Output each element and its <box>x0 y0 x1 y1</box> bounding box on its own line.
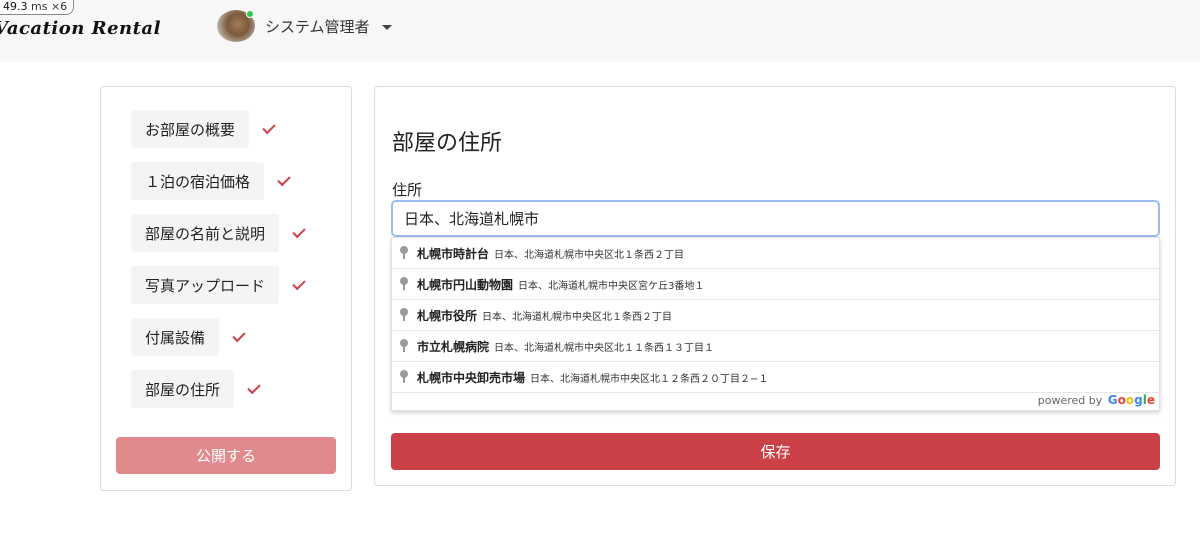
step-address[interactable]: 部屋の住所 <box>131 370 261 408</box>
suggestion-sub: 日本、北海道札幌市中央区宮ケ丘3番地１ <box>518 280 705 292</box>
address-form-panel: 部屋の住所 住所 札幌市時計台 日本、北海道札幌市中央区北１条西２丁目 札幌市円… <box>374 86 1176 486</box>
google-logo: Google <box>1107 393 1155 407</box>
map-pin-icon <box>399 277 409 291</box>
suggestion-item[interactable]: 札幌市中央卸売市場 日本、北海道札幌市中央区北１２条西２０丁目２−１ <box>392 362 1159 393</box>
check-icon <box>292 276 306 290</box>
publish-button[interactable]: 公開する <box>116 437 336 474</box>
suggestion-main: 札幌市円山動物園 <box>417 277 514 292</box>
step-label: 部屋の名前と説明 <box>131 214 280 252</box>
suggestion-main: 市立札幌病院 <box>417 339 490 354</box>
step-label: 部屋の住所 <box>131 370 235 408</box>
suggestion-item[interactable]: 札幌市役所 日本、北海道札幌市中央区北１条西２丁目 <box>392 300 1159 331</box>
check-icon <box>262 120 276 134</box>
suggestion-sub: 日本、北海道札幌市中央区北１２条西２０丁目２−１ <box>530 373 769 385</box>
step-name-description[interactable]: 部屋の名前と説明 <box>131 214 306 252</box>
top-bar: 49.3 ms ×6 Vacation Rental システム管理者 <box>0 0 1200 62</box>
page-title: 部屋の住所 <box>392 131 503 156</box>
online-status-dot <box>246 10 254 18</box>
step-label: お部屋の概要 <box>131 110 250 148</box>
suggestion-sub: 日本、北海道札幌市中央区北１１条西１３丁目１ <box>494 342 715 354</box>
address-label: 住所 <box>392 181 423 199</box>
address-input[interactable] <box>391 200 1160 237</box>
step-label: 写真アップロード <box>131 266 280 304</box>
brand-logo[interactable]: Vacation Rental <box>0 18 161 39</box>
powered-by-google: powered by Google <box>1038 393 1155 407</box>
map-pin-icon <box>399 339 409 353</box>
username: システム管理者 <box>265 17 370 36</box>
powered-by-text: powered by <box>1037 394 1103 407</box>
step-price[interactable]: １泊の宿泊価格 <box>131 162 291 200</box>
suggestion-main: 札幌市時計台 <box>417 246 490 261</box>
user-menu[interactable]: システム管理者 <box>217 10 392 42</box>
suggestion-sub: 日本、北海道札幌市中央区北１条西２丁目 <box>494 249 685 261</box>
perf-value: 49.3 <box>3 0 28 13</box>
map-pin-icon <box>399 370 409 384</box>
check-icon <box>277 172 291 186</box>
step-amenities[interactable]: 付属設備 <box>131 318 246 356</box>
step-nav-panel: お部屋の概要 １泊の宿泊価格 部屋の名前と説明 写真アップロード 付属設備 部屋… <box>100 86 352 491</box>
address-suggestions: 札幌市時計台 日本、北海道札幌市中央区北１条西２丁目 札幌市円山動物園 日本、北… <box>391 237 1160 411</box>
perf-mult: ×6 <box>50 0 68 13</box>
check-icon <box>247 380 261 394</box>
suggestion-item[interactable]: 市立札幌病院 日本、北海道札幌市中央区北１１条西１３丁目１ <box>392 331 1159 362</box>
perf-unit: ms <box>31 0 48 13</box>
step-label: 付属設備 <box>131 318 220 356</box>
map-pin-icon <box>399 246 409 260</box>
suggestion-sub: 日本、北海道札幌市中央区北１条西２丁目 <box>482 311 673 323</box>
map-pin-icon <box>399 308 409 322</box>
save-button[interactable]: 保存 <box>391 433 1160 470</box>
check-icon <box>232 328 246 342</box>
suggestion-main: 札幌市役所 <box>417 308 478 323</box>
step-photo-upload[interactable]: 写真アップロード <box>131 266 306 304</box>
step-overview[interactable]: お部屋の概要 <box>131 110 276 148</box>
avatar <box>217 10 255 42</box>
suggestion-item[interactable]: 札幌市円山動物園 日本、北海道札幌市中央区宮ケ丘3番地１ <box>392 269 1159 300</box>
suggestion-item[interactable]: 札幌市時計台 日本、北海道札幌市中央区北１条西２丁目 <box>392 238 1159 269</box>
chevron-down-icon <box>381 24 392 30</box>
check-icon <box>292 224 306 238</box>
step-label: １泊の宿泊価格 <box>131 162 265 200</box>
perf-badge: 49.3 ms ×6 <box>0 0 75 15</box>
suggestion-main: 札幌市中央卸売市場 <box>417 370 526 385</box>
